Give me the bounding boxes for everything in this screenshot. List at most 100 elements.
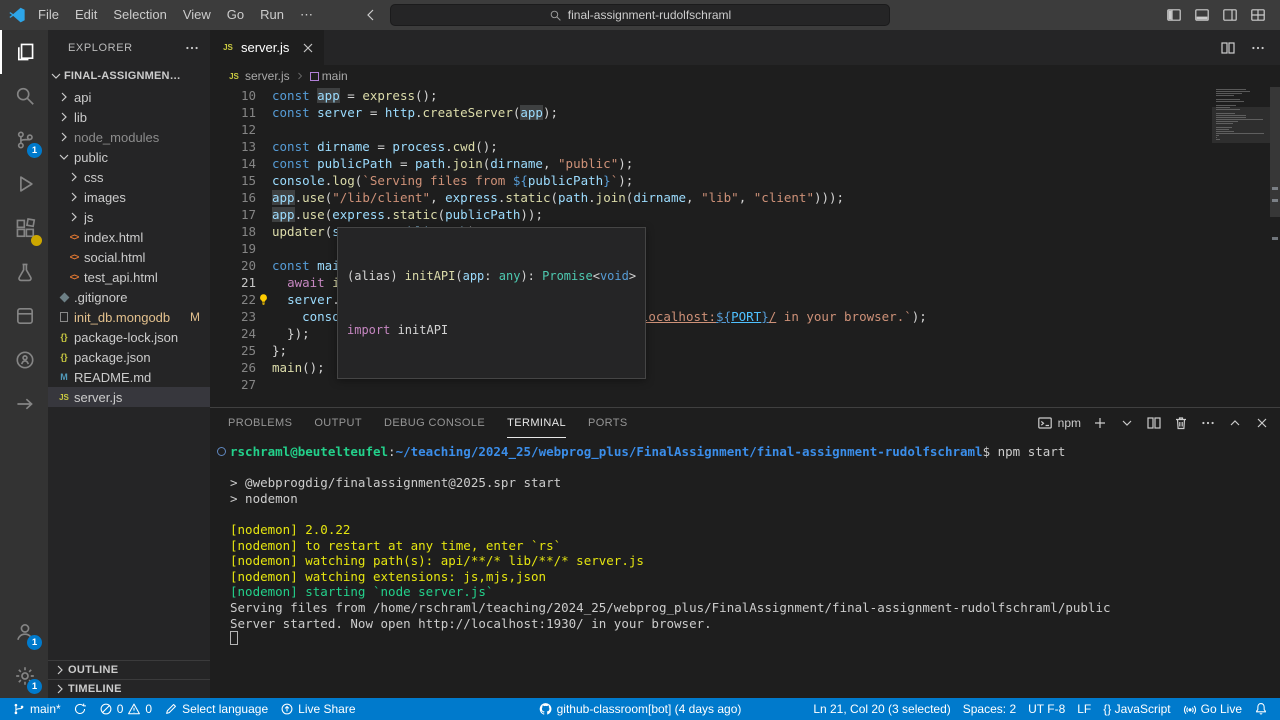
activity-extensions[interactable] xyxy=(0,206,48,250)
tree-item-index-html[interactable]: <>index.html xyxy=(48,227,210,247)
code-line-17[interactable]: 17app.use(express.static(publicPath)); xyxy=(210,206,1280,223)
activity-accounts[interactable]: 1 xyxy=(0,610,48,654)
activity-live-share[interactable] xyxy=(0,338,48,382)
menu-run[interactable]: Run xyxy=(252,0,292,30)
outline-section[interactable]: OUTLINE xyxy=(48,660,210,679)
close-tab-icon[interactable] xyxy=(300,40,316,56)
tree-item-server-js[interactable]: JSserver.js xyxy=(48,387,210,407)
minimap[interactable] xyxy=(1216,89,1266,143)
panel-tab-ports[interactable]: PORTS xyxy=(588,408,628,438)
code-line-10[interactable]: 10const app = express(); xyxy=(210,87,1280,104)
activity-manage[interactable]: 1 xyxy=(0,654,48,698)
activity-source-control[interactable]: 1 xyxy=(0,118,48,162)
tree-item-css[interactable]: css xyxy=(48,167,210,187)
tree-item-gitignore[interactable]: .gitignore xyxy=(48,287,210,307)
statusbar-eol[interactable]: LF xyxy=(1071,698,1097,720)
code-line-12[interactable]: 12 xyxy=(210,121,1280,138)
activity-explorer[interactable] xyxy=(0,30,48,74)
tab-server-js[interactable]: JS server.js xyxy=(210,30,324,65)
more-editor-actions-icon[interactable] xyxy=(1250,40,1266,56)
panel-tab-problems[interactable]: PROBLEMS xyxy=(228,408,292,438)
menu-edit[interactable]: Edit xyxy=(67,0,105,30)
menubar: FileEditSelectionViewGoRun⋯ xyxy=(30,0,321,30)
command-center-search[interactable]: final-assignment-rudolfschraml xyxy=(390,4,890,26)
breadcrumb-server-js[interactable]: JSserver.js xyxy=(226,68,290,84)
statusbar-go-live[interactable]: Go Live xyxy=(1177,698,1248,720)
activity-testing[interactable] xyxy=(0,250,48,294)
tree-item-readme-md[interactable]: MREADME.md xyxy=(48,367,210,387)
statusbar-cursor-position[interactable]: Ln 21, Col 20 (3 selected) xyxy=(807,698,956,720)
statusbar-select-language[interactable]: Select language xyxy=(158,698,274,720)
sidebar-title-row: EXPLORER xyxy=(48,30,210,65)
more-actions-icon[interactable] xyxy=(184,40,200,56)
statusbar-git-blame[interactable]: github-classroom[bot] (4 days ago) xyxy=(533,698,748,720)
tree-item-images[interactable]: images xyxy=(48,187,210,207)
breadcrumb-main[interactable]: main xyxy=(310,69,348,83)
terminal-picker[interactable]: npm xyxy=(1037,415,1081,431)
json-file-icon: {} xyxy=(56,329,72,345)
timeline-section[interactable]: TIMELINE xyxy=(48,679,210,698)
menu-selection[interactable]: Selection xyxy=(105,0,174,30)
split-editor-icon[interactable] xyxy=(1220,40,1236,56)
code-line-14[interactable]: 14const publicPath = path.join(dirname, … xyxy=(210,155,1280,172)
back-icon[interactable] xyxy=(363,7,379,23)
terminal-output[interactable]: rschraml@beutelteufel:~/teaching/2024_25… xyxy=(210,440,1280,698)
tree-item-package-json[interactable]: {}package.json xyxy=(48,347,210,367)
tree-item-social-html[interactable]: <>social.html xyxy=(48,247,210,267)
tree-item-api[interactable]: api xyxy=(48,87,210,107)
split-terminal-icon[interactable] xyxy=(1146,415,1162,431)
menu-go[interactable]: Go xyxy=(219,0,252,30)
tree-item-node-modules[interactable]: node_modules xyxy=(48,127,210,147)
explorer-sidebar: EXPLORER FINAL-ASSIGNMENT-RUDOLFSCHRAML … xyxy=(48,30,210,698)
code-line-13[interactable]: 13const dirname = process.cwd(); xyxy=(210,138,1280,155)
json-file-icon: {} xyxy=(56,349,72,365)
line-number: 25 xyxy=(210,342,256,359)
tree-item-package-lock-json[interactable]: {}package-lock.json xyxy=(48,327,210,347)
statusbar-live-share[interactable]: Live Share xyxy=(274,698,361,720)
panel-more-icon[interactable] xyxy=(1200,415,1216,431)
code-line-16[interactable]: 16app.use("/lib/client", express.static(… xyxy=(210,189,1280,206)
panel-tab-output[interactable]: OUTPUT xyxy=(314,408,362,438)
tree-item-init-db-mongodb[interactable]: init_db.mongodbM xyxy=(48,307,210,327)
command-decoration-icon[interactable] xyxy=(217,447,226,456)
panel-tab-debug-console[interactable]: DEBUG CONSOLE xyxy=(384,408,485,438)
terminal-dropdown-icon[interactable] xyxy=(1119,415,1135,431)
activity-run-and-debug[interactable] xyxy=(0,162,48,206)
code-line-11[interactable]: 11const server = http.createServer(app); xyxy=(210,104,1280,121)
statusbar-problems[interactable]: 00 xyxy=(93,698,158,720)
lightbulb-icon[interactable] xyxy=(257,293,270,306)
workspace-section-header[interactable]: FINAL-ASSIGNMENT-RUDOLFSCHRAML xyxy=(48,65,210,87)
activity-docker[interactable] xyxy=(0,294,48,338)
activity-search[interactable] xyxy=(0,74,48,118)
file-icon xyxy=(56,309,72,325)
tree-item-js[interactable]: js xyxy=(48,207,210,227)
tree-item-test-api-html[interactable]: <>test_api.html xyxy=(48,267,210,287)
panel-tab-terminal[interactable]: TERMINAL xyxy=(507,408,566,438)
statusbar-language-mode[interactable]: {} JavaScript xyxy=(1097,698,1176,720)
toggle-secondary-sidebar-icon[interactable] xyxy=(1222,7,1238,23)
tree-item-lib[interactable]: lib xyxy=(48,107,210,127)
tree-item-public[interactable]: public xyxy=(48,147,210,167)
close-panel-icon[interactable] xyxy=(1254,415,1270,431)
maximize-panel-icon[interactable] xyxy=(1227,415,1243,431)
editor-scrollbar[interactable] xyxy=(1270,87,1280,407)
activity-remote-explorer[interactable] xyxy=(0,382,48,426)
statusbar-indentation[interactable]: Spaces: 2 xyxy=(957,698,1022,720)
chevron-right-icon xyxy=(66,209,82,225)
toggle-panel-icon[interactable] xyxy=(1194,7,1210,23)
customize-layout-icon[interactable] xyxy=(1250,7,1266,23)
statusbar-sync-status[interactable] xyxy=(67,698,93,720)
statusbar-notifications[interactable] xyxy=(1248,698,1274,720)
code-line-15[interactable]: 15console.log(`Serving files from ${publ… xyxy=(210,172,1280,189)
menu-file[interactable]: File xyxy=(30,0,67,30)
code-editor[interactable]: 10const app = express();11const server =… xyxy=(210,87,1280,407)
menu-view[interactable]: View xyxy=(175,0,219,30)
statusbar-encoding[interactable]: UT F-8 xyxy=(1022,698,1071,720)
minimap-slider[interactable] xyxy=(1212,107,1270,143)
new-terminal-icon[interactable] xyxy=(1092,415,1108,431)
menu-more[interactable]: ⋯ xyxy=(292,0,321,30)
statusbar-git-branch[interactable]: main* xyxy=(6,698,67,720)
scrollbar-thumb[interactable] xyxy=(1270,87,1280,217)
toggle-primary-sidebar-icon[interactable] xyxy=(1166,7,1182,23)
kill-terminal-icon[interactable] xyxy=(1173,415,1189,431)
